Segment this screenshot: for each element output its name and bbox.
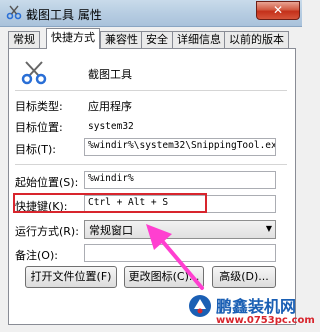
tab-general[interactable]: 常规 [8, 31, 40, 48]
target-type-label: 目标类型: [15, 100, 63, 113]
tab-previous-versions[interactable]: 以前的版本 [224, 31, 289, 48]
tab-compatibility[interactable]: 兼容性 [100, 31, 143, 48]
window-title: 截图工具 属性 [26, 8, 102, 22]
tab-security[interactable]: 安全 [141, 31, 173, 48]
separator [15, 164, 287, 165]
tab-shortcut[interactable]: 快捷方式 [46, 28, 100, 49]
start-in-input[interactable]: %windir% [84, 171, 276, 189]
scissors-icon [21, 61, 47, 85]
start-in-label: 起始位置(S): [15, 176, 79, 189]
pointer-arrow [146, 224, 204, 290]
open-file-location-button[interactable]: 打开文件位置(F) [25, 266, 117, 288]
close-button[interactable]: ✕ [256, 1, 300, 20]
run-select-value: 常规窗口 [89, 224, 133, 237]
target-location-value: system32 [88, 121, 134, 132]
chevron-down-icon: ▼ [265, 224, 272, 233]
tab-strip: 常规 快捷方式 兼容性 安全 详细信息 以前的版本 [8, 28, 298, 49]
target-input-value: %windir%\system32\SnippingTool.exe [88, 140, 276, 151]
tab-details[interactable]: 详细信息 [172, 31, 226, 48]
run-label: 运行方式(R): [15, 225, 79, 238]
title-bar: 截图工具 属性 ✕ [0, 0, 302, 27]
app-name: 截图工具 [88, 68, 132, 81]
target-type-value: 应用程序 [88, 100, 132, 113]
target-input[interactable]: %windir%\system32\SnippingTool.exe [84, 138, 276, 156]
watermark-title: 鹏鑫装机网 [216, 297, 297, 316]
comment-label: 备注(O): [15, 249, 58, 262]
start-in-input-value: %windir% [88, 173, 134, 184]
target-location-label: 目标位置: [15, 121, 63, 134]
highlight-box [13, 193, 207, 213]
watermark: 鹏鑫装机网 www.0753pc.com [188, 293, 315, 332]
separator [15, 90, 287, 91]
target-label: 目标(T): [15, 143, 57, 156]
watermark-url: www.0753pc.com [216, 315, 315, 326]
advanced-button[interactable]: 高级(D)... [212, 266, 276, 288]
site-logo-icon [189, 295, 211, 317]
scissors-icon [6, 5, 22, 20]
